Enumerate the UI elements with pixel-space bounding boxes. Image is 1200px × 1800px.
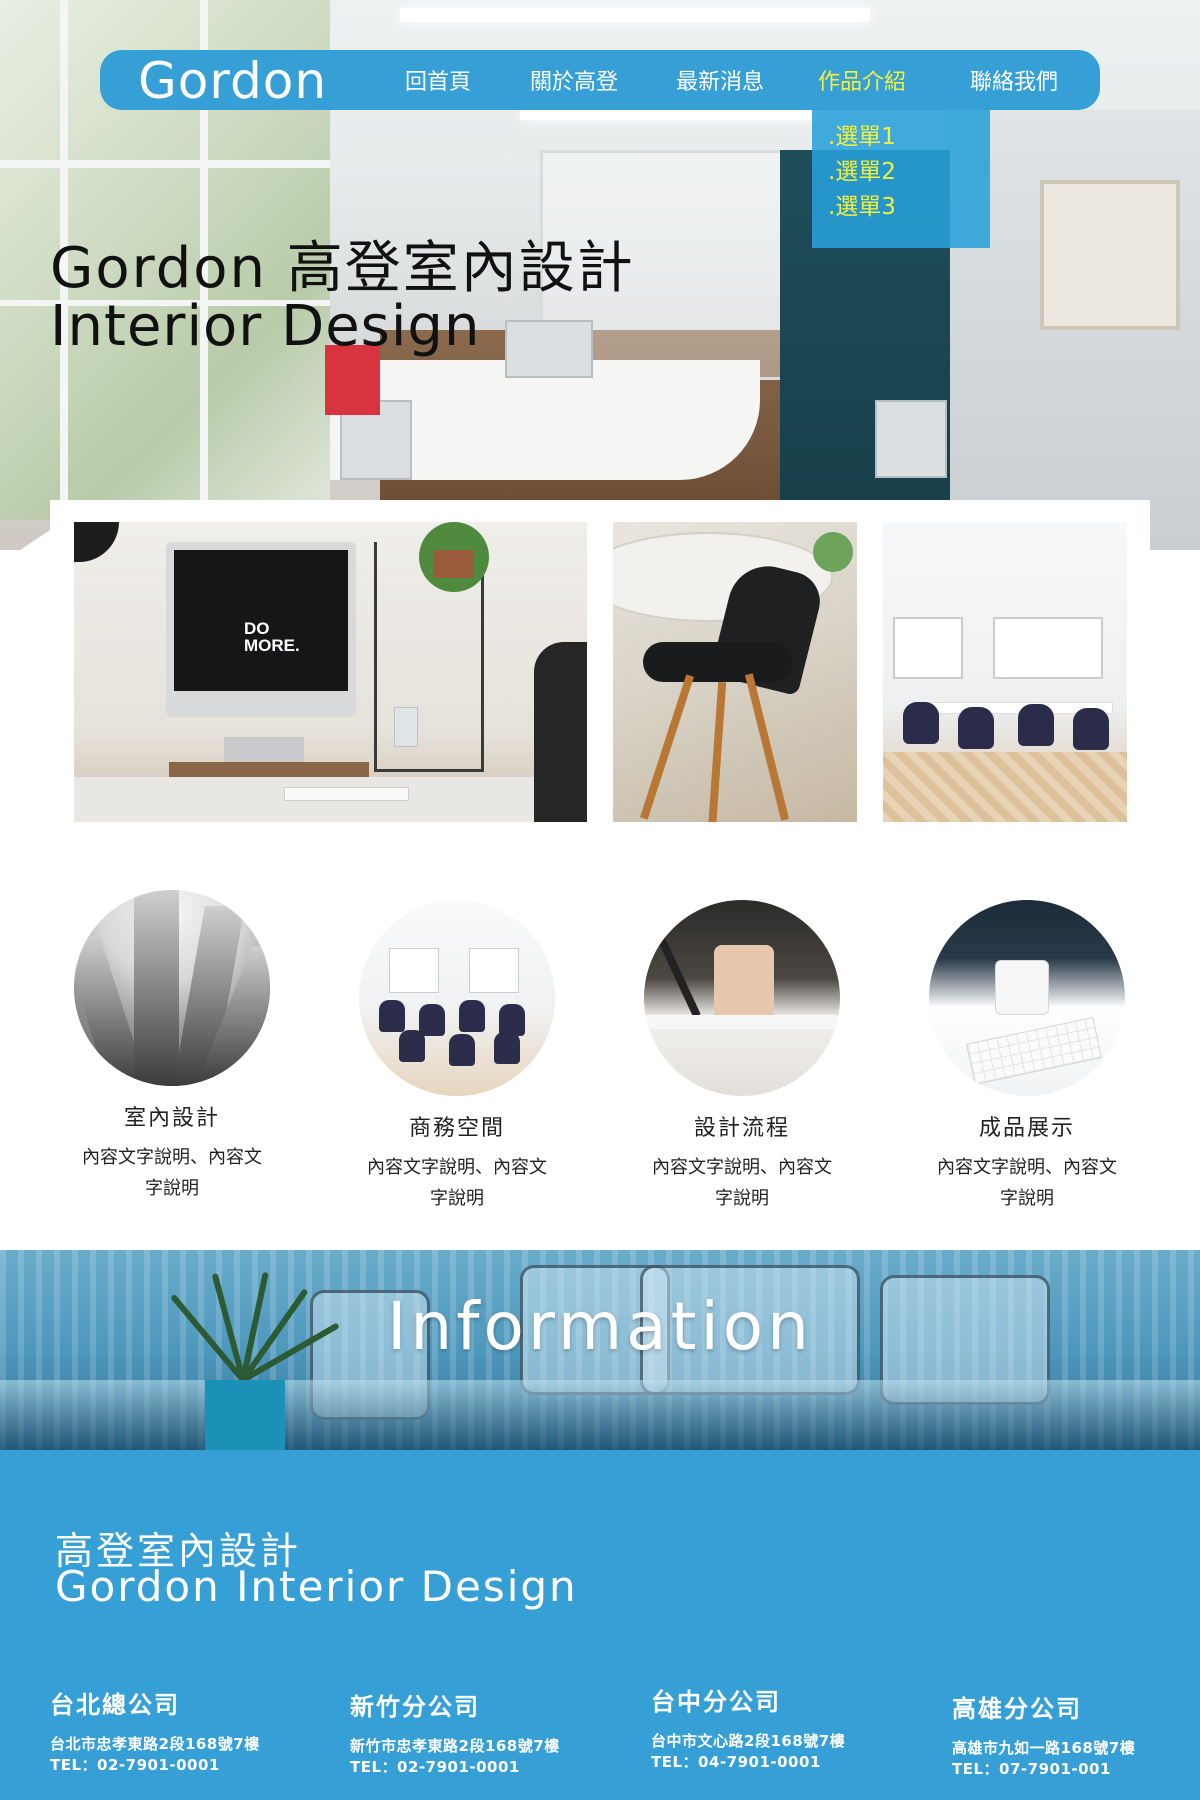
dropdown-item-1[interactable]: .選單1: [828, 120, 990, 155]
branch-address: 新竹市忠孝東路2段168號7樓: [350, 1737, 560, 1755]
service-business-space[interactable]: 商務空間 內容文字說明、內容文字說明: [327, 900, 587, 1214]
branch-hsinchu: 新竹分公司 新竹市忠孝東路2段168號7樓 TEL：02-7901-0001: [350, 1693, 560, 1778]
branch-address: 高雄市九如一路168號7樓: [952, 1739, 1136, 1757]
plant-pot-icon: [205, 1380, 285, 1450]
services-section: 室內設計 內容文字說明、內容文字說明 商務空間 內容文字說明、內容文字說明 設計…: [0, 870, 1200, 1230]
design-desk-icon: [644, 900, 840, 1096]
service-interior-design[interactable]: 室內設計 內容文字說明、內容文字說明: [42, 890, 302, 1204]
gallery-photo-imac-desk[interactable]: DO MORE.: [74, 522, 587, 822]
service-title: 設計流程: [693, 1116, 790, 1141]
workspace-icon: [929, 900, 1125, 1096]
branch-tel[interactable]: TEL：02-7901-0001: [350, 1757, 560, 1778]
service-design-process[interactable]: 設計流程 內容文字說明、內容文字說明: [612, 900, 872, 1214]
dropdown-item-3[interactable]: .選單3: [828, 190, 990, 225]
nav-portfolio[interactable]: 作品介紹: [818, 64, 906, 96]
meeting-room-icon: [359, 900, 555, 1096]
branch-address: 台北市忠孝東路2段168號7樓: [50, 1735, 260, 1753]
company-name-en: Gordon Interior Design: [55, 1562, 578, 1611]
hero-corner-notch: [20, 530, 50, 550]
service-title: 成品展示: [978, 1116, 1075, 1141]
hero-title: Gordon 高登室內設計 Interior Design: [50, 240, 635, 356]
nav-contact[interactable]: 聯絡我們: [970, 64, 1058, 96]
branch-address: 台中市文心路2段168號7樓: [651, 1732, 846, 1750]
main-navbar: Gordon 回首頁 關於高登 最新消息 作品介紹 聯絡我們: [100, 50, 1100, 110]
gallery-photo-chair[interactable]: [613, 522, 857, 822]
gallery-photo-meeting-room[interactable]: [883, 522, 1127, 822]
site-logo[interactable]: Gordon: [138, 52, 327, 110]
service-description: 內容文字說明、內容文字說明: [82, 1147, 262, 1199]
branch-kaohsiung: 高雄分公司 高雄市九如一路168號7樓 TEL：07-7901-001: [952, 1695, 1136, 1780]
service-showcase[interactable]: 成品展示 內容文字說明、內容文字說明: [897, 900, 1157, 1214]
service-title: 室內設計: [123, 1106, 220, 1131]
portfolio-dropdown-menu: .選單1 .選單2 .選單3: [812, 110, 990, 248]
footer: 高登室內設計 Gordon Interior Design 台北總公司 台北市忠…: [0, 1450, 1200, 1800]
information-title: Information: [386, 1288, 814, 1365]
branch-tel[interactable]: TEL：04-7901-0001: [651, 1752, 845, 1773]
nav-news[interactable]: 最新消息: [676, 64, 764, 96]
branch-taipei: 台北總公司 台北市忠孝東路2段168號7樓 TEL：02-7901-0001: [50, 1691, 260, 1776]
dropdown-item-2[interactable]: .選單2: [828, 155, 990, 190]
nav-home[interactable]: 回首頁: [405, 64, 471, 96]
skyscraper-icon: [74, 890, 270, 1086]
service-description: 內容文字說明、內容文字說明: [367, 1157, 547, 1209]
service-title: 商務空間: [408, 1116, 505, 1141]
branch-tel[interactable]: TEL：07-7901-001: [952, 1759, 1135, 1780]
gallery-section: DO MORE.: [50, 500, 1150, 850]
hero-title-line1: Gordon 高登室內設計: [50, 236, 635, 301]
branch-taichung: 台中分公司 台中市文心路2段168號7樓 TEL：04-7901-0001: [651, 1688, 846, 1773]
service-description: 內容文字說明、內容文字說明: [652, 1157, 832, 1209]
imac-screen: DO MORE.: [166, 542, 356, 717]
monitor-back-icon: [875, 400, 947, 478]
hero-title-line2: Interior Design: [50, 294, 481, 359]
service-description: 內容文字說明、內容文字說明: [937, 1157, 1117, 1209]
hero-banner: Gordon 回首頁 關於高登 最新消息 作品介紹 聯絡我們 .選單1 .選單2…: [0, 0, 1200, 550]
keyboard-icon: [284, 787, 409, 801]
information-banner: Information: [0, 1250, 1200, 1450]
nav-about[interactable]: 關於高登: [530, 64, 618, 96]
branch-tel[interactable]: TEL：02-7901-0001: [50, 1755, 260, 1776]
